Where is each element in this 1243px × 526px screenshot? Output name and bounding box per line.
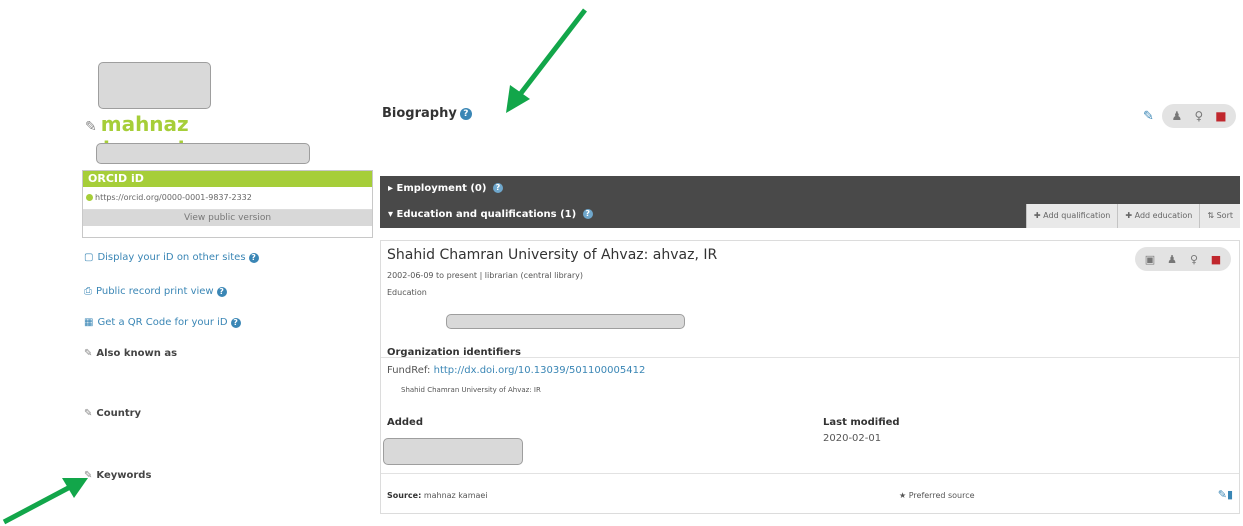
education-card: Shahid Chamran University of Ahvaz: ahva… (380, 240, 1240, 514)
lock-icon[interactable]: ■ (1210, 109, 1232, 123)
pencil-icon[interactable]: ✎ (1218, 488, 1227, 501)
also-known-as-section[interactable]: ✎ Also known as (84, 348, 177, 359)
org-identifiers-heading: Organization identifiers (387, 347, 521, 358)
card-actions: ✎▮ (1218, 488, 1233, 501)
plus-icon: ✚ (1125, 211, 1135, 220)
card-title: Shahid Chamran University of Ahvaz: ahva… (387, 247, 718, 263)
fundref-institution: Shahid Chamran University of Ahvaz: IR (401, 386, 541, 394)
trusted-icon[interactable]: ♀ (1188, 109, 1210, 123)
add-qualification-button[interactable]: ✚ Add qualification (1025, 204, 1118, 228)
visibility-selector: ▣ ♟ ♀ ■ (1135, 247, 1231, 271)
help-icon[interactable]: ? (459, 107, 472, 120)
qr-code-icon: ▦ (84, 317, 94, 328)
pencil-icon: ✎ (84, 348, 93, 359)
print-view-link[interactable]: ⎙ Public record print view? (84, 286, 227, 297)
employment-section-toggle[interactable]: ▸ Employment (0) ? (388, 183, 503, 194)
pencil-icon: ✎ (84, 408, 93, 419)
star-icon: ★ (899, 491, 909, 500)
trusted-icon[interactable]: ♀ (1183, 253, 1205, 266)
keywords-section[interactable]: ✎ Keywords (84, 470, 151, 481)
orcid-header: ORCID iD (83, 171, 372, 187)
orcid-url[interactable]: https://orcid.org/0000-0001-9837-2332 (83, 187, 372, 210)
document-icon: ▢ (84, 252, 94, 263)
pencil-icon[interactable]: ✎ (85, 119, 97, 135)
sections-bar: ▸ Employment (0) ? ▾ Education and quali… (380, 176, 1240, 228)
printer-icon: ⎙ (84, 286, 92, 297)
last-modified-value: 2020-02-01 (823, 433, 882, 444)
help-icon[interactable]: ? (230, 318, 241, 328)
lock-icon[interactable]: ■ (1205, 253, 1227, 266)
redacted-text (446, 314, 685, 329)
biography-visibility: ✎ ♟ ♀ ■ (1143, 104, 1236, 128)
sort-icon: ⇅ (1207, 211, 1217, 220)
plus-icon: ✚ (1033, 211, 1044, 220)
qr-code-link[interactable]: ▦ Get a QR Code for your iD? (84, 317, 241, 328)
orcid-logo-icon (86, 194, 93, 201)
view-public-version-button[interactable]: View public version (83, 210, 372, 226)
pencil-icon[interactable]: ✎ (1143, 109, 1154, 124)
orcid-id-box: ORCID iD https://orcid.org/0000-0001-983… (82, 170, 373, 238)
source-line: Source: mahnaz kamaei (387, 491, 488, 500)
biography-heading: Biography? (382, 106, 472, 121)
card-dates: 2002-06-09 to present | librarian (centr… (387, 271, 584, 280)
annotation-arrow-bottom (0, 470, 95, 526)
fundref-link[interactable]: http://dx.doi.org/10.13039/501100005412 (434, 365, 646, 376)
everyone-icon[interactable]: ♟ (1161, 253, 1183, 266)
help-icon[interactable]: ? (582, 209, 593, 219)
redacted-avatar (98, 62, 211, 109)
chevron-down-icon: ▾ (388, 209, 397, 220)
section-actions: ✚ Add qualification ✚ Add education ⇅ So… (1025, 204, 1240, 228)
card-visibility: ▣ ♟ ♀ ■ (1135, 247, 1231, 271)
visibility-selector: ♟ ♀ ■ (1161, 104, 1236, 128)
country-section[interactable]: ✎ Country (84, 408, 141, 419)
redacted-date (383, 438, 523, 465)
sort-button[interactable]: ⇅ Sort (1199, 204, 1240, 228)
last-modified-label: Last modified (823, 417, 900, 428)
divider (381, 473, 1239, 474)
name-first: mahnaz (100, 112, 189, 136)
help-icon[interactable]: ? (216, 287, 227, 297)
chevron-right-icon: ▸ (388, 183, 397, 194)
fundref-line: FundRef: http://dx.doi.org/10.13039/5011… (387, 365, 646, 376)
help-icon[interactable]: ? (248, 253, 259, 263)
everyone-icon[interactable]: ♟ (1166, 109, 1188, 123)
redacted-name (96, 143, 310, 164)
display-id-link[interactable]: ▢ Display your iD on other sites? (84, 252, 259, 263)
trash-icon[interactable]: ▮ (1227, 488, 1233, 501)
pencil-icon: ✎ (84, 470, 93, 481)
add-education-button[interactable]: ✚ Add education (1117, 204, 1200, 228)
document-icon[interactable]: ▣ (1139, 253, 1161, 266)
card-type: Education (387, 288, 427, 297)
added-label: Added (387, 417, 423, 428)
help-icon[interactable]: ? (492, 183, 503, 193)
preferred-source: ★ Preferred source (899, 491, 975, 500)
education-section-toggle[interactable]: ▾ Education and qualifications (1) ? (388, 209, 593, 220)
annotation-arrow-top (500, 5, 600, 115)
